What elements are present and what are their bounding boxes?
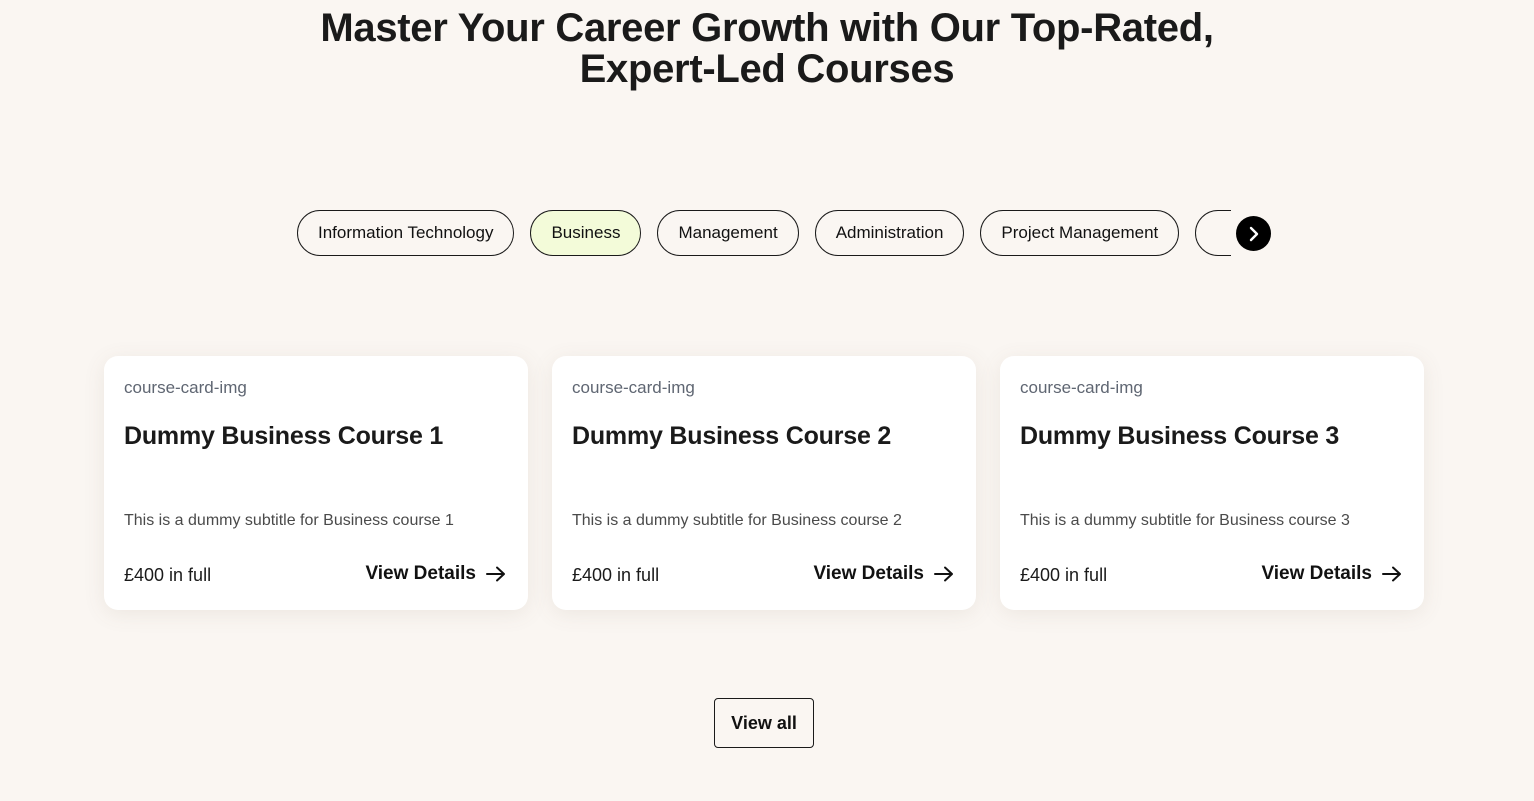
- arrow-right-icon: [934, 566, 953, 582]
- arrow-right-icon: [486, 566, 505, 582]
- course-card-image: course-card-img: [572, 378, 695, 397]
- category-tabs: Information Technology Business Manageme…: [297, 210, 1231, 256]
- tab-next-partial[interactable]: [1195, 210, 1231, 256]
- course-subtitle: This is a dummy subtitle for Business co…: [1020, 512, 1350, 529]
- view-details-link[interactable]: View Details: [1261, 563, 1402, 585]
- course-card: course-card-img Dummy Business Course 1 …: [104, 356, 528, 610]
- course-title: Dummy Business Course 1: [124, 422, 444, 450]
- heading-line-2: Expert-Led Courses: [579, 47, 955, 91]
- heading-line-1: Master Your Career Growth with Our Top-R…: [320, 6, 1214, 50]
- chevron-right-icon: [1249, 226, 1258, 241]
- tabs-scroll-next-button[interactable]: [1236, 216, 1271, 251]
- view-details-label: View Details: [365, 563, 476, 584]
- view-details-link[interactable]: View Details: [365, 563, 506, 585]
- course-card: course-card-img Dummy Business Course 2 …: [552, 356, 976, 610]
- tab-administration[interactable]: Administration: [814, 210, 965, 256]
- section-heading: Master Your Career Growth with Our Top-R…: [0, 8, 1534, 90]
- course-title: Dummy Business Course 2: [572, 422, 892, 450]
- course-price: £400 in full: [572, 565, 660, 585]
- tab-information-technology[interactable]: Information Technology: [297, 210, 515, 256]
- tab-business[interactable]: Business: [530, 210, 642, 256]
- arrow-right-icon: [1382, 566, 1401, 582]
- course-price: £400 in full: [1020, 565, 1108, 585]
- course-title: Dummy Business Course 3: [1020, 422, 1340, 450]
- view-all-button[interactable]: View all: [714, 698, 814, 748]
- course-price: £400 in full: [124, 565, 212, 585]
- course-card: course-card-img Dummy Business Course 3 …: [1000, 356, 1424, 610]
- course-card-image: course-card-img: [1020, 378, 1143, 397]
- tab-management[interactable]: Management: [657, 210, 799, 256]
- course-card-image: course-card-img: [124, 378, 247, 397]
- view-details-label: View Details: [813, 563, 924, 584]
- view-details-label: View Details: [1261, 563, 1372, 584]
- tab-project-management[interactable]: Project Management: [980, 210, 1180, 256]
- course-subtitle: This is a dummy subtitle for Business co…: [124, 512, 454, 529]
- course-subtitle: This is a dummy subtitle for Business co…: [572, 512, 902, 529]
- view-details-link[interactable]: View Details: [813, 563, 954, 585]
